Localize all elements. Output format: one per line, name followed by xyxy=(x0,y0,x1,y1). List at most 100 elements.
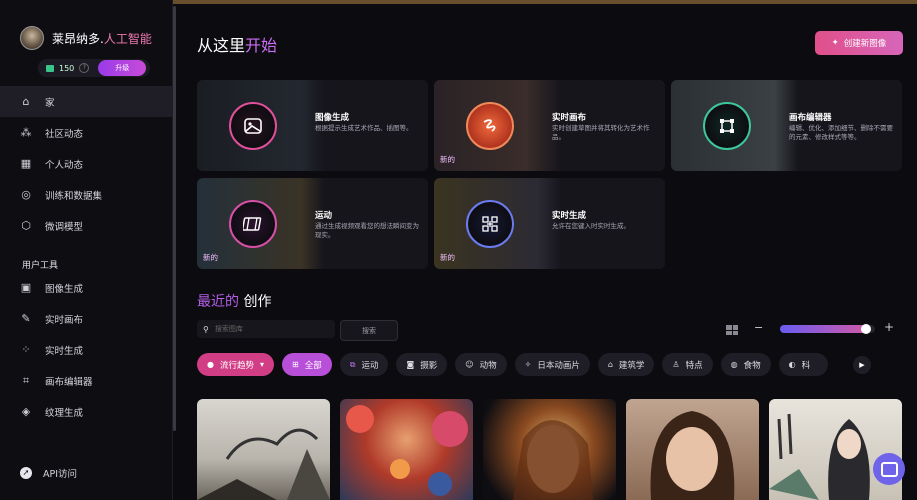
chip-label: 科 xyxy=(801,360,811,371)
ink-character-thumbnail[interactable] xyxy=(769,399,902,500)
card-image-generation[interactable]: 图像生成 根据提示生成艺术作品、插图等。 xyxy=(197,80,428,171)
card-motion[interactable]: 运动 通过生成视频观看您的想法瞬间变为现实。 新的 xyxy=(197,178,428,269)
avatar[interactable] xyxy=(20,26,44,50)
chip-label: 动物 xyxy=(479,360,497,371)
new-badge: 新的 xyxy=(440,155,455,164)
chat-icon xyxy=(880,461,898,477)
zoom-slider[interactable] xyxy=(780,324,875,334)
token-icon xyxy=(46,64,54,72)
training-icon: ◎ xyxy=(21,188,31,201)
image-gen-icon xyxy=(229,102,277,150)
food-icon: ◍ xyxy=(730,360,738,369)
image-gen-icon: ▣ xyxy=(20,281,32,294)
realtime-gen-icon: ⁘ xyxy=(21,343,31,356)
tool-label: 纹理生成 xyxy=(45,407,84,419)
chip-label: 日本动画片 xyxy=(537,360,580,371)
upgrade-button[interactable]: 升级 xyxy=(98,60,147,76)
nav-item-training[interactable]: ◎ 训练和数据集 xyxy=(0,179,172,210)
nav-label: 个人动态 xyxy=(45,159,84,171)
new-badge: 新的 xyxy=(203,253,218,262)
grid-icon: ⊞ xyxy=(292,360,299,369)
building-icon: ⌂ xyxy=(607,360,613,369)
recent-creations-title: 最近的 创作 xyxy=(197,294,272,310)
gallery-search-input[interactable]: ⚲ 搜索图库 xyxy=(197,320,335,338)
camera-icon: ◙ xyxy=(406,360,415,369)
card-title: 图像生成 xyxy=(315,113,350,123)
create-image-button[interactable]: ✦ 创建新图像 xyxy=(815,31,903,55)
tool-item-realtime-canvas[interactable]: ✎ 实时画布 xyxy=(0,303,172,334)
chip-architecture[interactable]: ⌂ 建筑学 xyxy=(597,353,655,376)
category-chips: ● 流行趋势 ▾ ⊞ 全部 ⧉ 运动 ◙ 摄影 ☺ 动物 ✧ 日本动画片 ⌂ 建筑学 ♙ 特点 ◍… xyxy=(197,353,829,376)
tool-item-canvas-editor[interactable]: ⌗ 画布编辑器 xyxy=(0,365,172,396)
chip-character[interactable]: ♙ 特点 xyxy=(662,353,713,376)
home-icon: ⌂ xyxy=(22,95,30,108)
sidebar-scrollbar[interactable] xyxy=(173,6,176,431)
tool-label: 实时生成 xyxy=(45,345,84,357)
tool-item-texture[interactable]: ◈ 纹理生成 xyxy=(0,396,172,427)
floral-thumbnail[interactable] xyxy=(340,399,473,500)
nav-item-models[interactable]: ⬡ 微调模型 xyxy=(0,210,172,241)
chips-scroll-right-icon[interactable]: ▶ xyxy=(853,356,871,374)
main-nav: ⌂ 家 ⁂ 社区动态 ▦ 个人动态 ◎ 训练和数据集 ⬡ 微调模型 xyxy=(0,86,172,241)
card-desc: 编辑、优化、添加细节、删除不需要的元素、修改样式等等。 xyxy=(789,124,893,141)
chip-animals[interactable]: ☺ 动物 xyxy=(455,353,507,376)
nav-item-community[interactable]: ⁂ 社区动态 xyxy=(0,117,172,148)
texture-icon: ◈ xyxy=(21,405,31,418)
chip-anime[interactable]: ✧ 日本动画片 xyxy=(514,353,590,376)
search-icon: ⚲ xyxy=(203,324,209,334)
api-label: API访问 xyxy=(43,469,78,480)
chip-food[interactable]: ◍ 食物 xyxy=(720,353,771,376)
chip-trending[interactable]: ● 流行趋势 ▾ xyxy=(197,353,275,376)
nav-label: 微调模型 xyxy=(45,221,84,233)
profile[interactable]: 莱昂纳多.人工智能 xyxy=(20,26,152,50)
realtime-canvas-icon xyxy=(466,102,514,150)
card-desc: 根据提示生成艺术作品、插图等。 xyxy=(315,124,413,132)
portrait-glow-thumbnail[interactable] xyxy=(483,399,616,500)
fire-icon: ● xyxy=(207,360,214,369)
credits-count: 150 xyxy=(59,63,75,73)
chip-label: 特点 xyxy=(685,360,703,371)
motion-icon: ⧉ xyxy=(349,359,356,369)
chat-support-button[interactable] xyxy=(873,453,905,485)
nav-label: 社区动态 xyxy=(45,128,84,140)
card-realtime-canvas[interactable]: 实时画布 实时创建草图并将其转化为艺术作品。 新的 xyxy=(434,80,665,171)
card-canvas-editor[interactable]: 画布编辑器 编辑、优化、添加细节、删除不需要的元素、修改样式等等。 xyxy=(671,80,902,171)
portrait-woman-thumbnail[interactable] xyxy=(626,399,759,500)
tool-item-image-gen[interactable]: ▣ 图像生成 xyxy=(0,272,172,303)
tool-label: 图像生成 xyxy=(45,283,84,295)
realtime-gen-icon xyxy=(466,200,514,248)
nav-item-personal-feed[interactable]: ▦ 个人动态 xyxy=(0,148,172,179)
chip-scifi[interactable]: ◐ 科 xyxy=(778,353,829,376)
search-placeholder: 搜索图库 xyxy=(214,325,243,333)
animal-icon: ☺ xyxy=(465,360,474,369)
anime-icon: ✧ xyxy=(524,360,532,369)
chip-label: 流行趋势 xyxy=(219,360,254,371)
zoom-out-icon[interactable]: − xyxy=(754,321,763,334)
chip-motion[interactable]: ⧉ 运动 xyxy=(339,353,389,376)
chip-label: 建筑学 xyxy=(618,360,645,371)
api-access-link[interactable]: ➚ API访问 xyxy=(20,466,77,480)
zoom-in-icon[interactable]: + xyxy=(884,320,894,334)
sparkle-icon: ✦ xyxy=(831,38,839,48)
username: 莱昂纳多.人工智能 xyxy=(52,31,152,46)
api-icon: ➚ xyxy=(20,467,32,479)
scifi-icon: ◐ xyxy=(788,360,796,369)
card-desc: 通过生成视频观看您的想法瞬间变为现实。 xyxy=(315,222,419,239)
layout-grid-icon[interactable] xyxy=(726,325,738,335)
new-badge: 新的 xyxy=(440,253,455,262)
zoom-slider-knob[interactable] xyxy=(860,324,871,334)
search-button[interactable]: 搜索 xyxy=(340,320,398,341)
card-realtime-generation[interactable]: 实时生成 允许在您键入时实时生成。 新的 xyxy=(434,178,665,269)
sidebar: 莱昂纳多.人工智能 150 ? 升级 ⌂ 家 ⁂ 社区动态 ▦ 个人动态 ◎ 训… xyxy=(0,0,173,500)
card-desc: 实时创建草图并将其转化为艺术作品。 xyxy=(552,124,650,141)
motion-icon xyxy=(229,200,277,248)
tool-item-realtime-gen[interactable]: ⁘ 实时生成 xyxy=(0,334,172,365)
card-title: 实时画布 xyxy=(552,113,587,123)
canvas-editor-icon: ⌗ xyxy=(22,373,30,387)
ink-landscape-thumbnail[interactable] xyxy=(197,399,330,500)
nav-item-home[interactable]: ⌂ 家 xyxy=(0,86,172,117)
nav-label: 训练和数据集 xyxy=(45,190,103,202)
chip-photography[interactable]: ◙ 摄影 xyxy=(396,353,448,376)
chip-all[interactable]: ⊞ 全部 xyxy=(282,353,332,376)
help-icon[interactable]: ? xyxy=(79,63,90,73)
